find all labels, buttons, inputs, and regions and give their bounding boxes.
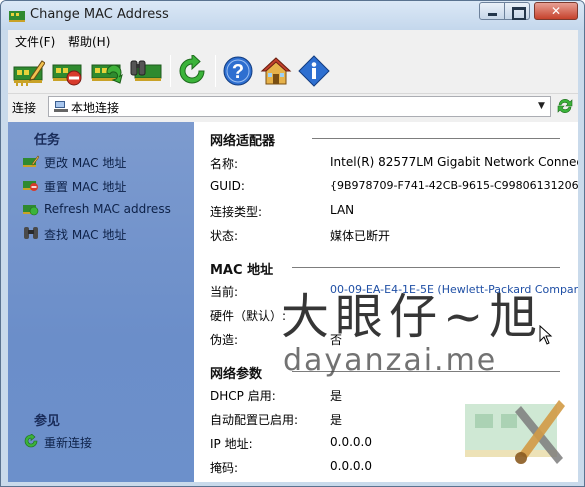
- section-divider: [292, 267, 560, 268]
- adapter-name-value: Intel(R) 82577LM Gigabit Network Connect…: [330, 155, 578, 169]
- menu-help[interactable]: 帮助(H): [68, 33, 110, 50]
- ip-address-label: IP 地址:: [210, 437, 253, 451]
- autoconfig-label: 自动配置已启用:: [210, 413, 299, 427]
- adapter-section-title: 网络适配器: [210, 134, 276, 149]
- maximize-button[interactable]: [504, 2, 530, 20]
- menu-file[interactable]: 文件(F): [15, 33, 55, 50]
- menu-bar: 文件(F) 帮助(H): [8, 30, 578, 50]
- subnet-mask-label: 掩码:: [210, 461, 239, 475]
- adapter-name-label: 名称:: [210, 157, 239, 171]
- connection-value: 本地连接: [71, 101, 120, 115]
- hardware-mac-label: 硬件（默认）:: [210, 309, 287, 323]
- tasks-title: 任务: [34, 133, 61, 148]
- task-label: 查找 MAC 地址: [44, 228, 127, 242]
- refresh-icon[interactable]: [556, 97, 574, 115]
- current-mac-label: 当前:: [210, 285, 239, 299]
- info-icon[interactable]: [298, 55, 330, 87]
- adapter-guid-label: GUID:: [210, 179, 245, 193]
- task-pane: 任务 更改 MAC 地址 重置 MAC 地址 Refresh MAC addre…: [8, 122, 194, 482]
- watermark-logo: 大眼仔~旭: [281, 289, 544, 345]
- adapter-guid-value: {9B978709-F741-42CB-9615-C99806131206}: [330, 179, 578, 192]
- status-value: 媒体已断开: [330, 229, 391, 243]
- mac-section-title: MAC 地址: [210, 263, 274, 278]
- network-section-title: 网络参数: [210, 367, 263, 382]
- task-label: 更改 MAC 地址: [44, 156, 127, 170]
- app-window: Change MAC Address 文件(F) 帮助(H): [0, 0, 585, 487]
- nic-stop-icon: [23, 181, 38, 191]
- connection-type-label: 连接类型:: [210, 205, 263, 219]
- subnet-mask-value: 0.0.0.0: [330, 459, 372, 473]
- chevron-down-icon[interactable]: ▼: [533, 97, 550, 116]
- connection-label: 连接: [12, 101, 37, 115]
- title-bar[interactable]: Change MAC Address: [1, 1, 584, 30]
- toolbar-separator: [215, 55, 216, 87]
- section-divider: [312, 138, 560, 139]
- see-also-title: 参见: [34, 414, 61, 429]
- svg-text:?: ?: [232, 61, 244, 83]
- spoofed-label: 伪造:: [210, 333, 239, 347]
- window-title: Change MAC Address: [30, 7, 169, 22]
- autoconfig-value: 是: [330, 413, 343, 427]
- ip-address-value: 0.0.0.0: [330, 435, 372, 449]
- nic-pencil-icon: [23, 155, 39, 167]
- close-button[interactable]: [534, 2, 578, 20]
- task-label: 重置 MAC 地址: [44, 180, 127, 194]
- watermark-url: dayanzai.me: [283, 343, 498, 378]
- refresh-connection-icon[interactable]: [176, 55, 208, 87]
- minimize-button[interactable]: [479, 2, 505, 20]
- toolbar: ?: [8, 50, 578, 94]
- dhcp-label: DHCP 启用:: [210, 389, 276, 403]
- status-label: 状态:: [210, 229, 239, 243]
- nic-tools-graphic: [465, 400, 565, 464]
- nic-refresh-icon: [23, 205, 39, 216]
- network-connection-icon: [54, 101, 68, 112]
- reconnect-icon: [24, 434, 38, 448]
- connection-select[interactable]: 本地连接 ▼: [48, 96, 551, 117]
- task-label: Refresh MAC address: [44, 202, 171, 216]
- help-icon[interactable]: ?: [222, 55, 254, 87]
- reset-mac-icon[interactable]: [52, 55, 84, 87]
- binoculars-icon: [24, 227, 38, 239]
- home-icon[interactable]: [260, 55, 292, 87]
- change-mac-icon[interactable]: [13, 55, 45, 87]
- mouse-cursor-icon: [539, 325, 553, 345]
- find-mac-icon[interactable]: [130, 55, 162, 87]
- connection-bar: 连接 本地连接 ▼: [8, 96, 578, 118]
- dhcp-value: 是: [330, 389, 343, 403]
- connection-type-value: LAN: [330, 203, 355, 217]
- app-icon: [9, 11, 25, 22]
- toolbar-separator: [170, 55, 171, 87]
- refresh-mac-icon[interactable]: [91, 55, 123, 87]
- task-label: 重新连接: [44, 436, 93, 450]
